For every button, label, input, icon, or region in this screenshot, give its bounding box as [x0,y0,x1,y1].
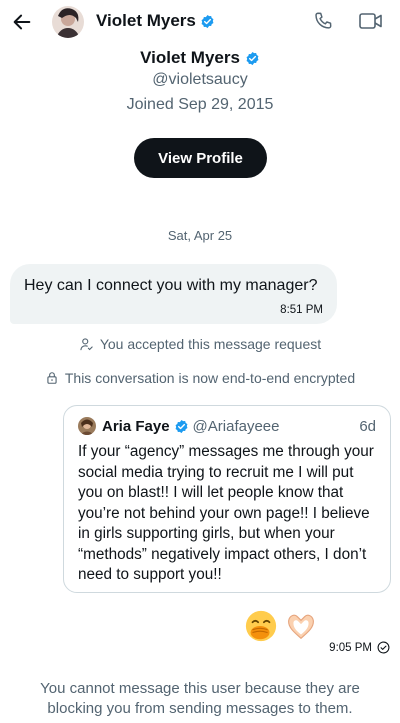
read-check-icon [377,641,390,654]
encryption-notice-text: This conversation is now end-to-end encr… [64,370,356,386]
avatar [78,417,96,435]
outgoing-message-meta: 9:05 PM [329,641,390,654]
incoming-message-time: 8:51 PM [280,304,323,316]
shared-post-card[interactable]: Aria Faye @Ariafayeee 6d If your “agency… [63,405,391,593]
verified-badge-icon [175,419,187,433]
profile-name-text: Violet Myers [140,48,240,67]
profile-handle: @violetsaucy [152,71,248,88]
profile-joined-date: Joined Sep 29, 2015 [126,96,274,113]
verified-badge-icon [246,51,259,65]
profile-summary: Violet Myers @violetsaucy Joined Sep 29,… [0,47,400,117]
blocked-notice: You cannot message this user because the… [40,680,360,717]
shared-post-age: 6d [359,417,376,435]
shared-post-author-handle: @Ariafayeee [192,417,280,435]
face-with-hand-over-mouth-emoji-icon [245,610,277,642]
shared-post-header: Aria Faye @Ariafayeee 6d [78,416,376,436]
heart-hands-emoji-icon [288,614,314,640]
accepted-notice-text: You accepted this message request [99,336,322,352]
profile-name: Violet Myers [0,47,400,69]
shared-post-text: If your “agency” messages me through you… [78,443,374,583]
person-check-icon [80,337,93,350]
verified-badge-icon [201,14,214,28]
header-name[interactable]: Violet Myers [96,11,215,31]
view-profile-button[interactable]: View Profile [134,138,267,178]
back-arrow-icon[interactable] [8,8,36,36]
lock-icon [47,372,57,384]
conversation-header: Violet Myers [0,0,400,46]
avatar[interactable] [52,6,84,38]
encryption-notice: This conversation is now end-to-end encr… [0,370,400,386]
outgoing-emoji-reply[interactable] [244,609,318,643]
header-name-text: Violet Myers [96,11,196,30]
outgoing-message-time: 9:05 PM [329,641,372,654]
date-separator: Sat, Apr 25 [167,228,233,243]
message-request-accepted-notice: You accepted this message request [0,336,400,352]
incoming-message-bubble[interactable]: Hey can I connect you with my manager? 8… [10,264,337,324]
video-call-icon[interactable] [358,10,384,32]
incoming-message-text: Hey can I connect you with my manager? [24,277,318,294]
shared-post-author-name: Aria Faye [102,417,170,435]
phone-icon[interactable] [312,10,334,32]
